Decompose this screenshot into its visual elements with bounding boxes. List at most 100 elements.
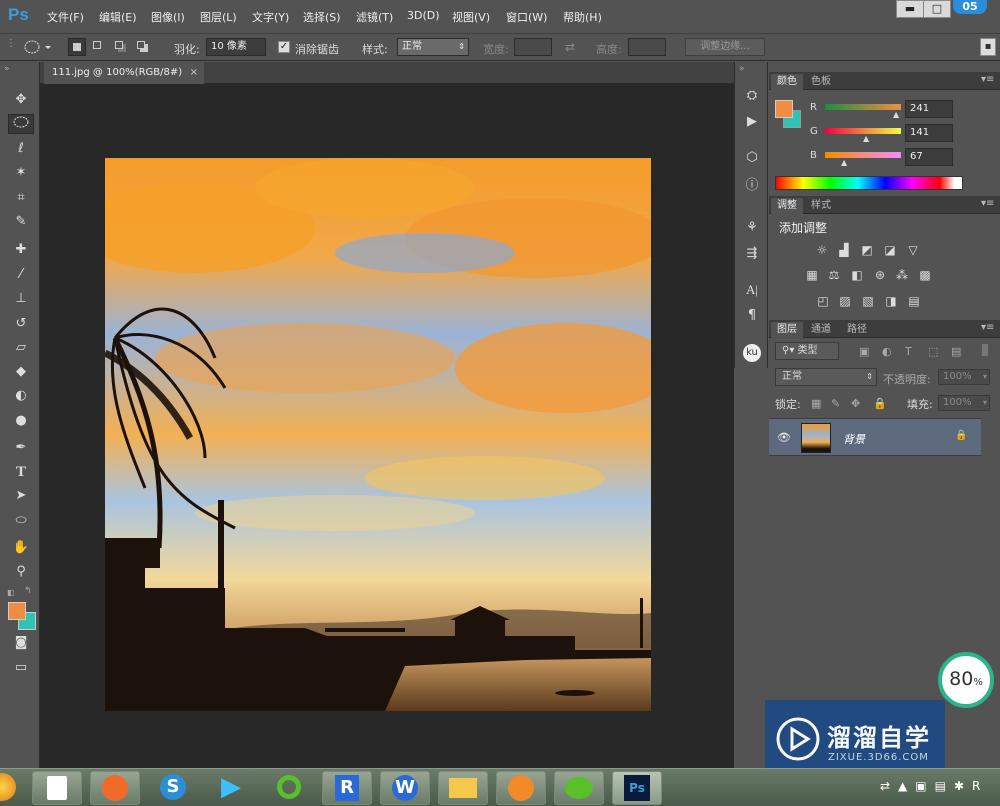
- r-slider[interactable]: [825, 104, 901, 110]
- history-brush-tool-icon[interactable]: ↺: [8, 314, 34, 334]
- lock-pixels-icon[interactable]: ✎: [831, 397, 840, 410]
- panel-menu-icon[interactable]: ▾≡: [981, 74, 994, 85]
- brush-panel-icon[interactable]: ⚘: [741, 218, 763, 238]
- menu-help[interactable]: 帮助(H): [563, 9, 602, 25]
- antialias-checkbox[interactable]: ✓: [278, 41, 290, 53]
- elliptical-marquee-tool-icon[interactable]: [8, 114, 34, 134]
- dodge-tool-icon[interactable]: ●: [8, 411, 34, 431]
- blur-tool-icon[interactable]: ◐: [8, 386, 34, 406]
- maximize-button[interactable]: □: [923, 0, 951, 18]
- magic-wand-tool-icon[interactable]: ✶: [8, 163, 34, 183]
- pen-tool-icon[interactable]: ✒: [8, 438, 34, 458]
- layer-name[interactable]: 背景: [843, 431, 865, 447]
- lock-all-icon[interactable]: 🔒: [873, 397, 887, 410]
- collapse-icon[interactable]: »: [4, 64, 10, 74]
- filter-toggle[interactable]: [981, 343, 989, 357]
- invert-icon[interactable]: ◰: [815, 294, 831, 308]
- refine-edge-button[interactable]: 调整边缘...: [685, 38, 765, 56]
- opacity-input[interactable]: 100% ▾: [938, 369, 990, 385]
- foxmail-app-icon[interactable]: [90, 771, 140, 805]
- hue-saturation-icon[interactable]: ▦: [804, 268, 820, 282]
- b-slider[interactable]: [825, 152, 901, 158]
- performance-gauge[interactable]: 80%: [938, 652, 994, 708]
- fill-input[interactable]: 100% ▾: [938, 395, 990, 411]
- layer-filter-select[interactable]: ⚲▾ 类型: [775, 342, 839, 360]
- color-spectrum-bar[interactable]: [775, 176, 963, 190]
- swap-colors-icon[interactable]: ↰: [24, 586, 32, 596]
- notification-badge[interactable]: 05: [953, 0, 987, 14]
- menu-view[interactable]: 视图(V): [452, 9, 490, 25]
- threshold-icon[interactable]: ▧: [860, 294, 876, 308]
- photoshop-app-icon[interactable]: Ps: [612, 771, 662, 805]
- sogou-app-icon[interactable]: S: [148, 771, 198, 805]
- width-input[interactable]: [514, 38, 552, 56]
- ku-plugin-icon[interactable]: ku: [743, 344, 761, 362]
- new-selection-icon[interactable]: [68, 38, 86, 56]
- tab-styles[interactable]: 样式: [805, 198, 837, 214]
- g-value-input[interactable]: 141: [905, 124, 953, 142]
- start-button[interactable]: [0, 773, 16, 801]
- b-value-input[interactable]: 67: [905, 148, 953, 166]
- music-app-icon[interactable]: [496, 771, 546, 805]
- menu-3d[interactable]: 3D(D): [407, 9, 440, 22]
- menu-filter[interactable]: 滤镜(T): [356, 9, 393, 25]
- swap-icon[interactable]: ⇄: [565, 40, 575, 54]
- tab-paths[interactable]: 路径: [841, 322, 873, 338]
- tab-layers[interactable]: 图层: [771, 322, 803, 338]
- channel-mixer-icon[interactable]: ⁂: [894, 268, 910, 282]
- image-canvas[interactable]: [105, 158, 651, 711]
- menu-window[interactable]: 窗口(W): [506, 9, 547, 25]
- close-tab-icon[interactable]: ×: [190, 62, 198, 84]
- marquee-preset-icon[interactable]: [22, 39, 52, 55]
- clone-stamp-tool-icon[interactable]: ⊥: [8, 289, 34, 309]
- spot-healing-tool-icon[interactable]: ✚: [8, 240, 34, 260]
- menu-layer[interactable]: 图层(L): [200, 9, 237, 25]
- 3d-panel-icon[interactable]: ⬡: [741, 148, 763, 168]
- brightness-contrast-icon[interactable]: ☼: [814, 243, 830, 257]
- blend-mode-select[interactable]: 正常 ⇕: [775, 368, 877, 386]
- filter-shape-icon[interactable]: ⬚: [928, 345, 938, 358]
- history-panel-icon[interactable]: ⛭: [741, 86, 763, 106]
- minimize-button[interactable]: ▬: [896, 0, 924, 18]
- lock-position-icon[interactable]: ✥: [851, 397, 860, 410]
- menu-file[interactable]: 文件(F): [47, 9, 84, 25]
- menu-image[interactable]: 图像(I): [151, 9, 185, 25]
- paragraph-panel-icon[interactable]: ¶: [741, 306, 763, 326]
- filter-smart-object-icon[interactable]: ▤: [951, 345, 961, 358]
- layer-lock-icon[interactable]: 🔒: [955, 430, 967, 441]
- r-value-input[interactable]: 241: [905, 100, 953, 118]
- move-tool-icon[interactable]: ✥: [8, 90, 34, 110]
- default-colors-icon[interactable]: ◧: [7, 588, 15, 597]
- actions-panel-icon[interactable]: ▶: [741, 112, 763, 132]
- vibrance-icon[interactable]: ▽: [905, 243, 921, 257]
- photo-filter-icon[interactable]: ⊛: [872, 268, 888, 282]
- intersect-selection-icon[interactable]: [134, 38, 152, 56]
- layer-row-background[interactable]: 👁 背景 🔒: [769, 418, 981, 456]
- filter-pixel-icon[interactable]: ▣: [859, 345, 869, 358]
- quick-mask-icon[interactable]: ◙: [8, 633, 34, 653]
- tab-adjustments[interactable]: 调整: [771, 198, 803, 214]
- filter-type-icon[interactable]: T: [905, 345, 912, 358]
- info-panel-icon[interactable]: ⓘ: [741, 176, 763, 196]
- wps-app-icon[interactable]: W: [380, 771, 430, 805]
- r-slider-thumb[interactable]: ▲: [893, 110, 899, 119]
- exposure-icon[interactable]: ◪: [882, 243, 898, 257]
- selective-color-icon[interactable]: ◨: [883, 294, 899, 308]
- menu-type[interactable]: 文字(Y): [252, 9, 289, 25]
- foreground-color-swatch[interactable]: [8, 602, 26, 620]
- screen-mode-icon[interactable]: ▭: [8, 658, 34, 678]
- color-balance-icon[interactable]: ⚖: [826, 268, 842, 282]
- gradient-map-icon[interactable]: ▤: [906, 294, 922, 308]
- hand-tool-icon[interactable]: ✋: [8, 538, 34, 558]
- path-selection-tool-icon[interactable]: ➤: [8, 486, 34, 506]
- file-explorer-app-icon[interactable]: [438, 771, 488, 805]
- iqiyi-app-icon[interactable]: [264, 771, 314, 805]
- tab-swatches[interactable]: 色板: [805, 74, 837, 90]
- tab-channels[interactable]: 通道: [805, 322, 837, 338]
- collapse-strip-icon[interactable]: »: [739, 64, 745, 74]
- levels-icon[interactable]: ▟: [836, 243, 852, 257]
- eraser-tool-icon[interactable]: ▱: [8, 338, 34, 358]
- panel-foreground-swatch[interactable]: [775, 100, 793, 118]
- video-player-app-icon[interactable]: ▶: [206, 771, 256, 805]
- r-app-icon[interactable]: R: [322, 771, 372, 805]
